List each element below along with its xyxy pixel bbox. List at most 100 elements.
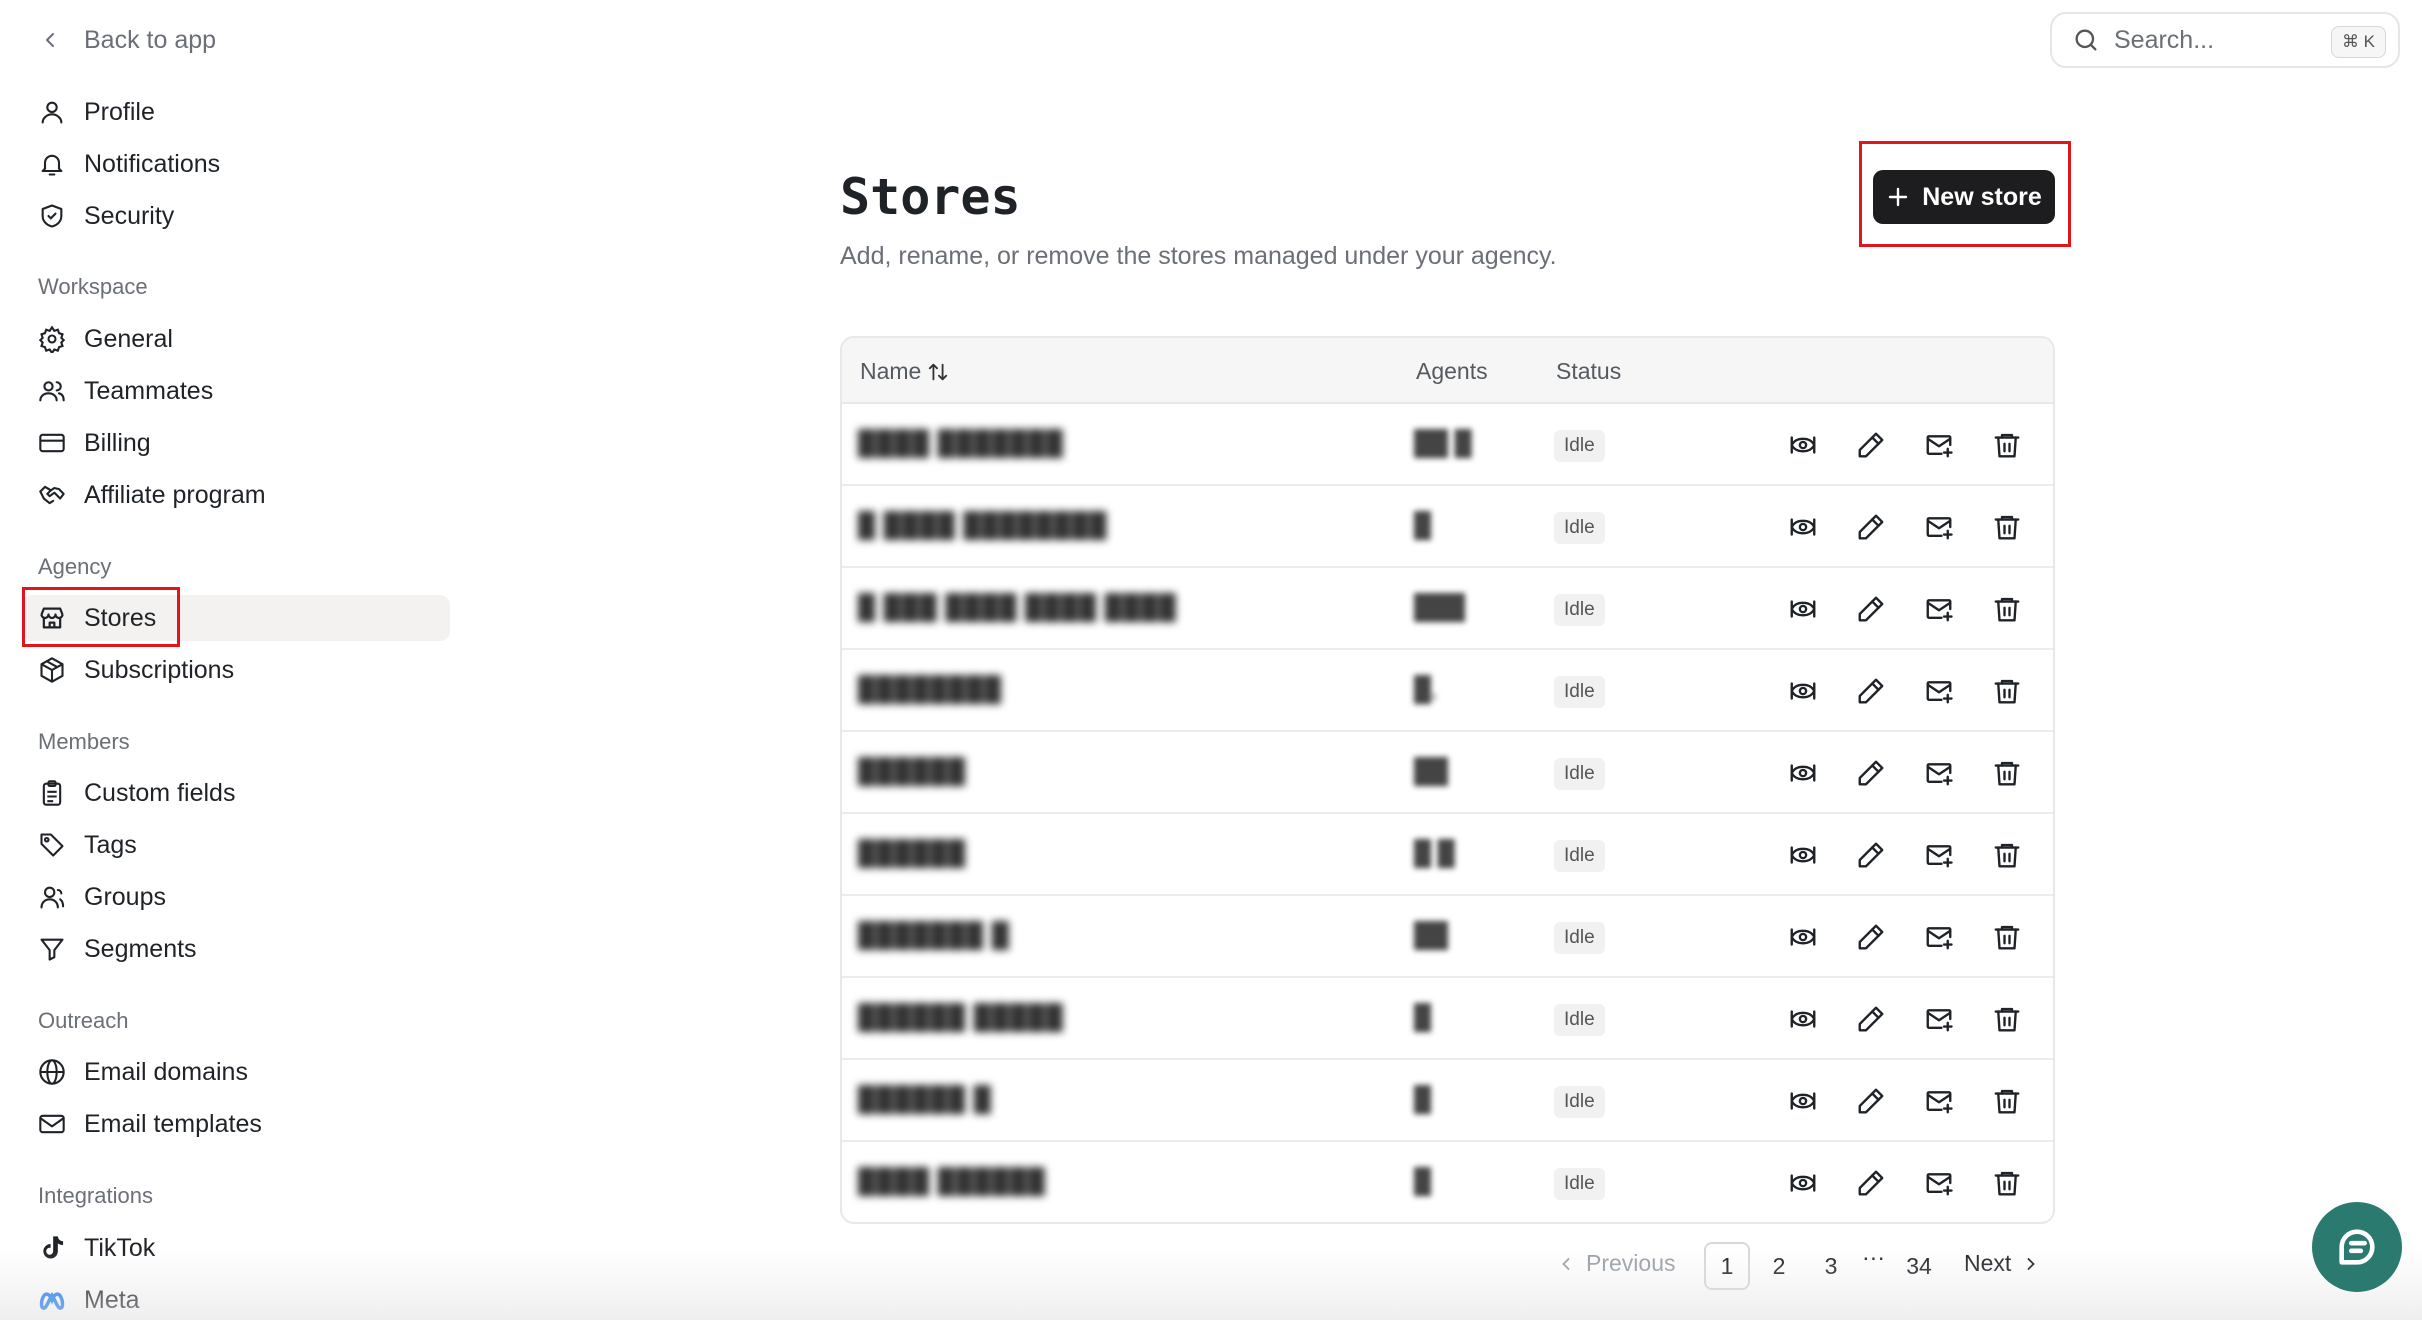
- search-input[interactable]: Search... ⌘ K: [2050, 12, 2400, 68]
- view-store-button[interactable]: [1786, 592, 1820, 626]
- table-row: ████████ █, Idle: [842, 650, 2053, 732]
- sidebar-item-profile[interactable]: Profile: [22, 89, 450, 135]
- store-name: ████████: [858, 676, 1003, 703]
- status-badge: Idle: [1554, 512, 1605, 544]
- invite-email-button[interactable]: [1922, 674, 1956, 708]
- sidebar-item-teammates[interactable]: Teammates: [22, 368, 450, 414]
- trash-icon: [1994, 925, 2020, 950]
- sidebar-item-subscriptions[interactable]: Subscriptions: [22, 647, 450, 693]
- delete-store-button[interactable]: [1990, 592, 2024, 626]
- sidebar-item-custom-fields[interactable]: Custom fields: [22, 770, 450, 816]
- pencil-icon: [1858, 1006, 1884, 1032]
- next-label: Next: [1964, 1250, 2012, 1276]
- previous-label: Previous: [1586, 1250, 1676, 1276]
- edit-store-button[interactable]: [1854, 1166, 1888, 1200]
- sidebar-item-general[interactable]: General: [22, 316, 450, 362]
- keyboard-shortcut-badge: ⌘ K: [2330, 26, 2386, 58]
- sidebar-item-label: Email templates: [84, 1109, 262, 1138]
- view-store-button[interactable]: [1786, 1084, 1820, 1118]
- tiktok-icon: [43, 1236, 64, 1259]
- new-store-button[interactable]: New store: [1873, 170, 2055, 224]
- view-store-button[interactable]: [1786, 838, 1820, 872]
- edit-store-button[interactable]: [1854, 592, 1888, 626]
- delete-store-button[interactable]: [1990, 1166, 2024, 1200]
- table-row: ███████ █ ██ Idle: [842, 896, 2053, 978]
- pagination-page-2[interactable]: 2: [1756, 1242, 1802, 1290]
- invite-email-button[interactable]: [1922, 428, 1956, 462]
- sidebar-item-billing[interactable]: Billing: [22, 420, 450, 466]
- store-icon: [40, 607, 64, 629]
- delete-store-button[interactable]: [1990, 838, 2024, 872]
- sidebar-item-groups[interactable]: Groups: [22, 874, 450, 920]
- sidebar-item-segments[interactable]: Segments: [22, 926, 450, 972]
- invite-email-button[interactable]: [1922, 510, 1956, 544]
- pencil-icon: [1858, 1170, 1884, 1196]
- view-store-button[interactable]: [1786, 510, 1820, 544]
- sidebar-item-email-templates[interactable]: Email templates: [22, 1101, 450, 1147]
- back-to-app-link[interactable]: Back to app: [38, 20, 216, 60]
- sidebar-item-label: TikTok: [84, 1233, 156, 1262]
- edit-store-button[interactable]: [1854, 920, 1888, 954]
- pagination-next[interactable]: Next: [1964, 1250, 2041, 1277]
- sidebar-item-notifications[interactable]: Notifications: [22, 141, 450, 187]
- section-heading-members: Members: [38, 729, 130, 754]
- delete-store-button[interactable]: [1990, 1084, 2024, 1118]
- invite-email-button[interactable]: [1922, 1084, 1956, 1118]
- column-name-label: Name: [860, 358, 922, 384]
- edit-store-button[interactable]: [1854, 674, 1888, 708]
- edit-store-button[interactable]: [1854, 756, 1888, 790]
- sidebar-item-tags[interactable]: Tags: [22, 822, 450, 868]
- edit-store-button[interactable]: [1854, 1002, 1888, 1036]
- invite-email-button[interactable]: [1922, 838, 1956, 872]
- sidebar-item-tiktok[interactable]: TikTok: [22, 1225, 450, 1271]
- sidebar-item-security[interactable]: Security: [22, 193, 450, 239]
- chat-support-button[interactable]: [2312, 1202, 2402, 1292]
- trash-icon: [1994, 761, 2020, 786]
- column-header-name[interactable]: Name: [860, 358, 949, 385]
- sidebar-item-label: Groups: [84, 882, 166, 911]
- pagination-page-3[interactable]: 3: [1808, 1242, 1854, 1290]
- invite-email-button[interactable]: [1922, 1166, 1956, 1200]
- trash-icon: [1994, 1171, 2020, 1196]
- delete-store-button[interactable]: [1990, 920, 2024, 954]
- edit-store-button[interactable]: [1854, 838, 1888, 872]
- mail-plus-icon: [1926, 763, 1953, 786]
- store-name: ████ ███████: [858, 430, 1064, 457]
- invite-email-button[interactable]: [1922, 756, 1956, 790]
- sidebar-item-email-domains[interactable]: Email domains: [22, 1049, 450, 1095]
- view-store-button[interactable]: [1786, 756, 1820, 790]
- delete-store-button[interactable]: [1990, 428, 2024, 462]
- pagination-page-last[interactable]: 34: [1896, 1242, 1942, 1290]
- tag-icon: [40, 833, 64, 857]
- pagination-page-1[interactable]: 1: [1704, 1242, 1750, 1290]
- edit-store-button[interactable]: [1854, 1084, 1888, 1118]
- sidebar-item-affiliate-program[interactable]: Affiliate program: [22, 472, 450, 518]
- pencil-icon: [1858, 760, 1884, 786]
- sidebar-item-stores[interactable]: Stores: [22, 595, 450, 641]
- pagination-previous[interactable]: Previous: [1556, 1250, 1675, 1277]
- eye-icon: [1790, 928, 1816, 946]
- trash-icon: [1994, 1089, 2020, 1114]
- edit-store-button[interactable]: [1854, 428, 1888, 462]
- meta-icon: [39, 1291, 65, 1310]
- view-store-button[interactable]: [1786, 1166, 1820, 1200]
- invite-email-button[interactable]: [1922, 1002, 1956, 1036]
- invite-email-button[interactable]: [1922, 920, 1956, 954]
- view-store-button[interactable]: [1786, 920, 1820, 954]
- view-store-button[interactable]: [1786, 674, 1820, 708]
- agents-count: █: [1414, 1004, 1432, 1031]
- view-store-button[interactable]: [1786, 1002, 1820, 1036]
- invite-email-button[interactable]: [1922, 592, 1956, 626]
- edit-store-button[interactable]: [1854, 510, 1888, 544]
- delete-store-button[interactable]: [1990, 1002, 2024, 1036]
- view-store-button[interactable]: [1786, 428, 1820, 462]
- delete-store-button[interactable]: [1990, 674, 2024, 708]
- back-link-label: Back to app: [84, 25, 217, 54]
- pagination-ellipsis: ···: [1862, 1244, 1885, 1270]
- sidebar-item-meta[interactable]: Meta: [22, 1277, 450, 1320]
- sidebar-item-label: Teammates: [84, 376, 214, 405]
- delete-store-button[interactable]: [1990, 510, 2024, 544]
- delete-store-button[interactable]: [1990, 756, 2024, 790]
- agents-count: ██ █: [1414, 430, 1472, 457]
- status-badge: Idle: [1554, 676, 1605, 708]
